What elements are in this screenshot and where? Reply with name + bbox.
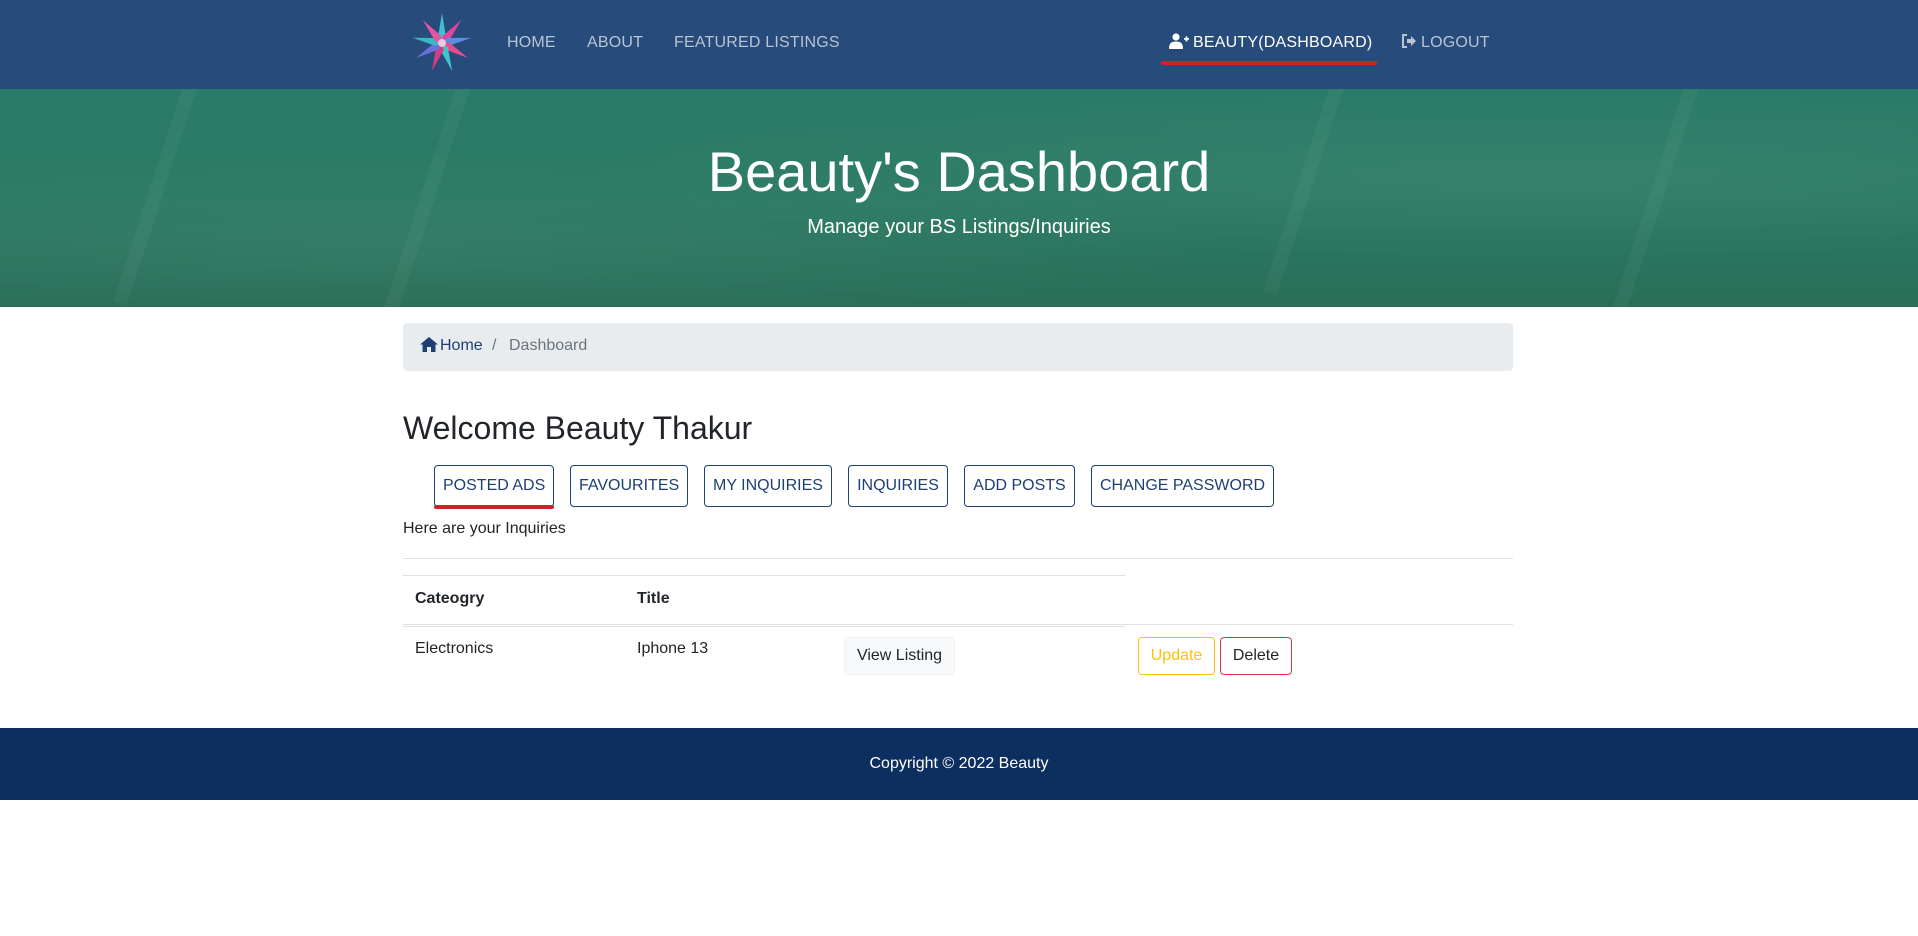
breadcrumb-separator: / bbox=[492, 337, 497, 354]
table-cell-title: Iphone 13 bbox=[637, 640, 709, 657]
tab-active-underline bbox=[434, 505, 554, 509]
tab-add-posts[interactable]: ADD POSTS bbox=[964, 465, 1075, 507]
user-plus-icon bbox=[1169, 33, 1189, 49]
tab-inquiries[interactable]: INQUIRIES bbox=[848, 465, 948, 507]
hero-banner: Beauty's Dashboard Manage your BS Listin… bbox=[0, 89, 1918, 307]
tab-change-password[interactable]: CHANGE PASSWORD bbox=[1091, 465, 1274, 507]
sign-out-icon bbox=[1402, 34, 1416, 48]
table-header-bottom-border bbox=[403, 626, 1125, 627]
breadcrumb-current: Dashboard bbox=[509, 337, 588, 354]
home-icon bbox=[420, 337, 438, 352]
nav-featured-listings-link[interactable]: FEATURED LISTINGS bbox=[674, 34, 840, 52]
tab-posted-ads[interactable]: POSTED ADS bbox=[434, 465, 554, 507]
table-header-top-border bbox=[403, 575, 1125, 576]
nav-dashboard-label: BEAUTY(DASHBOARD) bbox=[1193, 34, 1373, 51]
nav-home-link[interactable]: HOME bbox=[507, 34, 556, 52]
breadcrumb-home-label: Home bbox=[440, 337, 483, 354]
update-button[interactable]: Update bbox=[1138, 637, 1215, 675]
table-header-category: Cateogry bbox=[415, 590, 485, 607]
delete-button[interactable]: Delete bbox=[1220, 637, 1292, 675]
flower-star-logo[interactable] bbox=[409, 10, 475, 76]
welcome-heading: Welcome Beauty Thakur bbox=[403, 410, 753, 446]
table-header-bottom-border bbox=[403, 624, 1513, 625]
divider bbox=[403, 558, 1513, 559]
table-header-title: Title bbox=[637, 590, 670, 607]
view-listing-button[interactable]: View Listing bbox=[844, 637, 955, 675]
footer: Copyright © 2022 Beauty bbox=[0, 728, 1918, 800]
tab-my-inquiries[interactable]: MY INQUIRIES bbox=[704, 465, 832, 507]
table-cell-category: Electronics bbox=[415, 640, 494, 657]
section-description: Here are your Inquiries bbox=[403, 520, 566, 537]
nav-logout-label: LOGOUT bbox=[1421, 34, 1490, 51]
footer-copyright: Copyright © 2022 Beauty bbox=[869, 755, 1049, 772]
breadcrumb-home-link[interactable]: Home bbox=[420, 337, 483, 355]
top-navbar: HOME ABOUT FEATURED LISTINGS BEAUTY(DASH… bbox=[0, 0, 1918, 89]
page-title: Beauty's Dashboard bbox=[707, 140, 1211, 203]
breadcrumb: Home / Dashboard bbox=[403, 323, 1513, 371]
nav-active-underline bbox=[1161, 61, 1377, 65]
nav-logout-link[interactable]: LOGOUT bbox=[1401, 33, 1490, 52]
nav-dashboard-link[interactable]: BEAUTY(DASHBOARD) bbox=[1169, 33, 1372, 52]
navbar-container: HOME ABOUT FEATURED LISTINGS BEAUTY(DASH… bbox=[403, 0, 1513, 89]
page-subtitle: Manage your BS Listings/Inquiries bbox=[807, 216, 1111, 238]
nav-about-link[interactable]: ABOUT bbox=[587, 34, 643, 52]
tab-favourites[interactable]: FAVOURITES bbox=[570, 465, 688, 507]
